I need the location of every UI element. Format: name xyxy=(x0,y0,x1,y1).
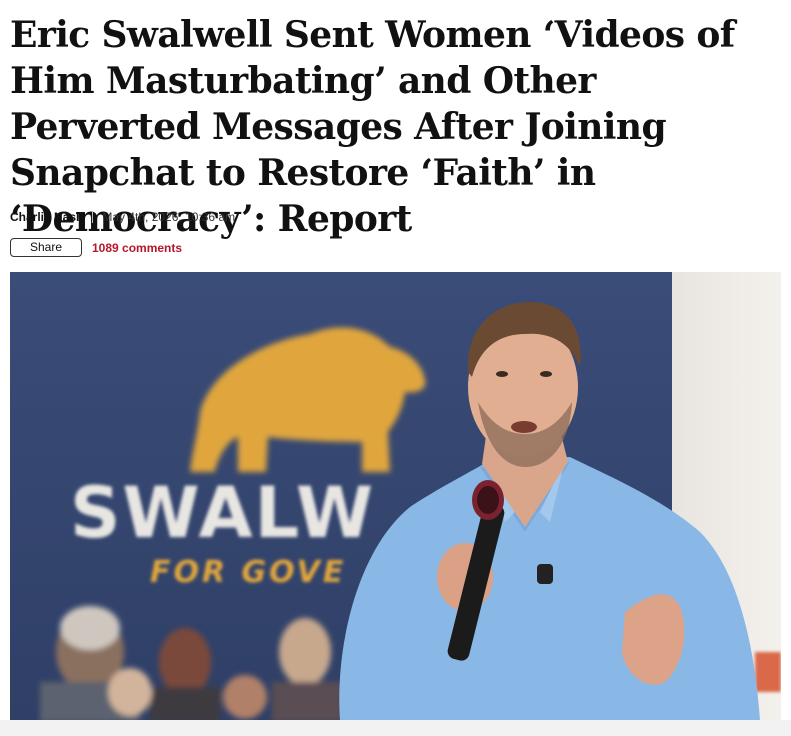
share-button[interactable]: Share xyxy=(10,238,82,257)
byline-divider xyxy=(92,211,94,223)
author-name[interactable]: Charlie Nash xyxy=(10,210,83,224)
hero-image: SWALW FOR GOVE xyxy=(10,272,781,720)
bottom-bar xyxy=(0,720,791,736)
lapel-mic-icon xyxy=(537,564,553,584)
comments-link[interactable]: 1089 comments xyxy=(92,241,182,255)
hero-photo: SWALW FOR GOVE xyxy=(10,272,781,720)
sign-subtext: FOR GOVE xyxy=(150,555,346,590)
sign-text: SWALW xyxy=(70,472,375,554)
article-actions: Share 1089 comments xyxy=(10,238,182,257)
publish-date: May 4th, 2026, 10:36 am xyxy=(102,210,236,224)
article-headline: Eric Swalwell Sent Women ‘Videos of Him … xyxy=(10,14,735,240)
byline: Charlie Nash May 4th, 2026, 10:36 am xyxy=(10,210,235,224)
